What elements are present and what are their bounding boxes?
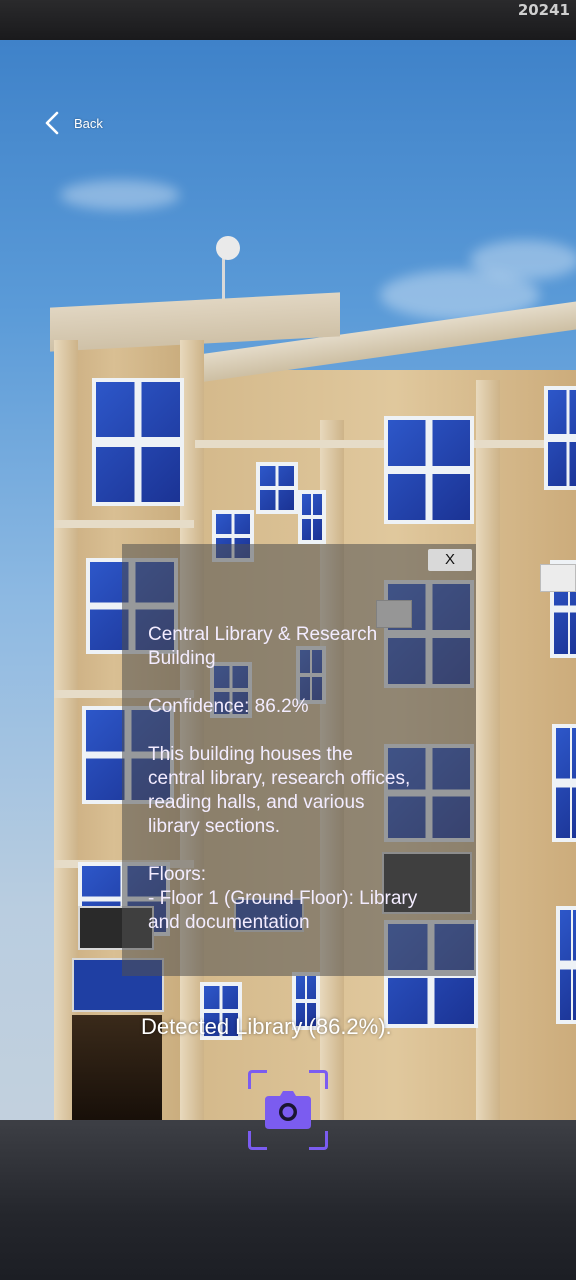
- detection-result: Detected Library (86.2%).: [141, 1014, 392, 1039]
- building-info-text: Central Library & Research Building Conf…: [148, 623, 458, 935]
- chevron-left-icon: [45, 111, 59, 135]
- status-bar: 20241: [0, 0, 576, 40]
- description-line: This building houses the: [148, 744, 353, 765]
- building-title-line1: Central Library & Research: [148, 624, 378, 645]
- description-line: reading halls, and various: [148, 792, 365, 813]
- building-title-line2: Building: [148, 648, 216, 669]
- frame-corner: [309, 1070, 328, 1089]
- floor-line: and documentation: [148, 912, 310, 933]
- back-button[interactable]: Back: [42, 110, 103, 136]
- frame-corner: [248, 1070, 267, 1089]
- floors-heading: Floors:: [148, 864, 207, 885]
- status-stamp: 20241: [517, 1, 570, 19]
- description-line: library sections.: [148, 816, 280, 837]
- floor-line: - Floor 1 (Ground Floor): Library: [148, 888, 418, 909]
- camera-icon: [265, 1091, 311, 1129]
- description-line: central library, research offices,: [148, 768, 411, 789]
- frame-corner: [309, 1131, 328, 1150]
- back-label: Back: [74, 115, 103, 131]
- capture-button[interactable]: [248, 1070, 328, 1150]
- close-info-button[interactable]: X: [428, 549, 472, 571]
- frame-corner: [248, 1131, 267, 1150]
- confidence-text: Confidence: 86.2%: [148, 696, 309, 717]
